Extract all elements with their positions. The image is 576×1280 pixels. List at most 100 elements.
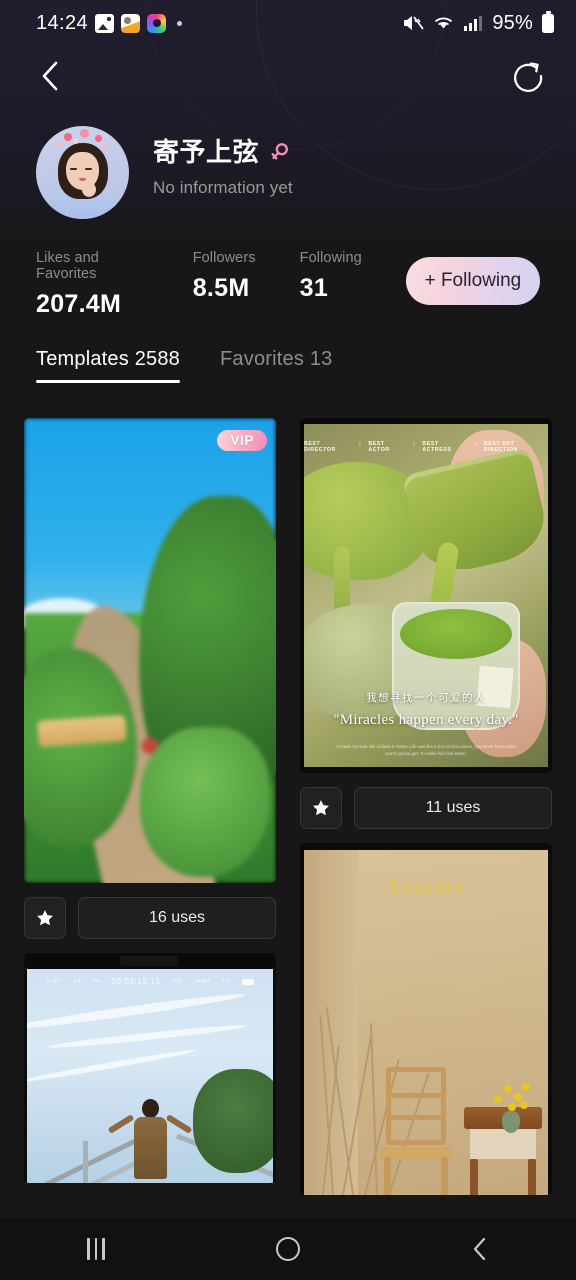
viewfinder-battery-icon — [241, 978, 254, 985]
android-back-button[interactable] — [440, 1218, 520, 1280]
viewfinder-overlay: STBY 1/8 F4 00:03:19:15 ISO 24MM 3:2 — [27, 977, 273, 986]
photo-top-bar — [27, 953, 273, 969]
share-button[interactable] — [506, 54, 550, 98]
username-row: 寄予上弦 — [153, 138, 293, 167]
stat-value: 8.5M — [192, 274, 250, 302]
following-button[interactable]: + Following — [405, 257, 540, 305]
award-text: BEST DIRECTOR — [304, 441, 336, 453]
post-shape — [83, 1141, 88, 1183]
award-separator: | — [413, 441, 416, 447]
chair-leg — [441, 1157, 449, 1195]
cloud-streak — [27, 1047, 197, 1085]
status-time: 14:24 — [36, 11, 89, 34]
recents-button[interactable] — [56, 1218, 136, 1280]
template-thumbnail[interactable]: Autumn — [300, 843, 552, 1195]
person-head — [142, 1099, 159, 1118]
person-body — [134, 1117, 167, 1179]
stat-value: 31 — [299, 274, 329, 302]
wifi-icon — [435, 17, 453, 29]
viewfinder-timecode: 00:03:19:15 — [111, 977, 161, 986]
star-icon — [37, 910, 53, 926]
tab-active-underline — [36, 380, 181, 383]
app-root: 14:24 95% 寄予上弦 No information yet Likes … — [0, 0, 576, 1280]
stat-following[interactable]: Following 31 — [300, 250, 362, 303]
tab-templates[interactable]: Templates 2588 — [36, 348, 181, 383]
back-icon — [473, 1237, 486, 1261]
camera-icon — [147, 13, 167, 33]
chair-rung — [391, 1115, 442, 1120]
profile-section: 寄予上弦 No information yet — [0, 126, 576, 219]
viewfinder-label: STBY — [46, 978, 61, 985]
viewfinder-label: 24MM — [194, 978, 210, 985]
table-leg — [528, 1159, 536, 1195]
chair-shape — [380, 1067, 453, 1195]
star-icon — [313, 800, 329, 816]
home-button[interactable] — [248, 1218, 328, 1280]
award-separator: | — [359, 441, 362, 447]
status-bar: 14:24 95% — [0, 0, 576, 46]
overlay-english-text: "Miracles happen every day." — [333, 712, 519, 728]
template-card[interactable]: VIP 16 uses — [24, 418, 276, 939]
card-actions: 16 uses — [24, 897, 276, 939]
avatar-heart — [64, 133, 72, 141]
garden-path-photo — [24, 418, 276, 883]
matcha-pour-photo: BEST DIRECTOR | BEST ACTOR | BEST ACTRES… — [300, 418, 552, 773]
template-thumbnail[interactable]: STBY 1/8 F4 00:03:19:15 ISO 24MM 3:2 — [24, 953, 276, 1183]
viewfinder-label: 1/8 — [72, 978, 81, 985]
avatar-heart — [102, 144, 107, 149]
template-card[interactable]: BEST DIRECTOR | BEST ACTOR | BEST ACTRES… — [300, 418, 552, 829]
profile-description: No information yet — [153, 177, 293, 197]
tab-favorites[interactable]: Favorites 13 — [220, 348, 332, 383]
stat-likes-favorites[interactable]: Likes and Favorites 207.4M — [36, 250, 149, 319]
awards-overlay: BEST DIRECTOR | BEST ACTOR | BEST ACTRES… — [304, 441, 548, 453]
bush-shape — [140, 727, 270, 877]
battery-icon — [542, 11, 554, 33]
signal-icon — [464, 16, 483, 31]
female-gender-icon — [271, 143, 288, 160]
battery-percent: 95% — [492, 11, 533, 34]
award-text: BEST ACTOR — [368, 441, 390, 453]
autumn-chair-photo: Autumn — [300, 843, 552, 1195]
tree-shape — [193, 1069, 273, 1173]
template-thumbnail[interactable]: BEST DIRECTOR | BEST ACTOR | BEST ACTRES… — [300, 418, 552, 773]
person-arm — [165, 1114, 193, 1134]
chair-back — [386, 1067, 447, 1145]
share-icon — [514, 62, 543, 92]
status-bar-right: 95% — [402, 11, 554, 35]
avatar-heart — [95, 135, 102, 142]
autumn-title: Autumn — [385, 876, 467, 898]
avatar-hand — [82, 182, 96, 197]
avatar-heart — [73, 139, 78, 144]
chair-leg — [384, 1157, 392, 1195]
card-actions: 11 uses — [300, 787, 552, 829]
cup-fill — [400, 609, 512, 659]
recents-icon — [87, 1238, 105, 1260]
back-button[interactable] — [30, 56, 70, 96]
favorite-button[interactable] — [24, 897, 66, 939]
viewfinder-label: ISO — [172, 978, 183, 985]
template-card[interactable]: Autumn — [300, 843, 552, 1195]
award-separator: | — [474, 441, 477, 447]
person-figure — [107, 1097, 193, 1183]
avatar-heart — [80, 129, 89, 138]
stat-value: 207.4M — [36, 290, 122, 318]
template-thumbnail[interactable]: VIP — [24, 418, 276, 883]
uses-button[interactable]: 11 uses — [354, 787, 552, 829]
home-icon — [276, 1237, 300, 1261]
stats-row: Likes and Favorites 207.4M Followers 8.5… — [0, 250, 576, 330]
tab-label: Templates 2588 — [36, 348, 181, 370]
uses-button[interactable]: 16 uses — [78, 897, 276, 939]
username: 寄予上弦 — [153, 137, 260, 167]
chair-rung — [391, 1093, 442, 1098]
favorite-button[interactable] — [300, 787, 342, 829]
award-text: BEST ACTRESS — [422, 441, 452, 453]
grid-column-left: VIP 16 uses STBY 1/8 F4 00:03:19:15 ISO … — [24, 418, 276, 1218]
photo-inner: STBY 1/8 F4 00:03:19:15 ISO 24MM 3:2 — [27, 967, 273, 1183]
stat-followers[interactable]: Followers 8.5M — [193, 250, 256, 303]
yellow-flowers — [488, 1081, 532, 1115]
viewfinder-label: 3:2 — [221, 978, 230, 985]
avatar[interactable] — [36, 126, 129, 219]
template-card[interactable]: STBY 1/8 F4 00:03:19:15 ISO 24MM 3:2 — [24, 953, 276, 1183]
person-arm — [107, 1114, 135, 1134]
app-icon — [121, 13, 141, 33]
